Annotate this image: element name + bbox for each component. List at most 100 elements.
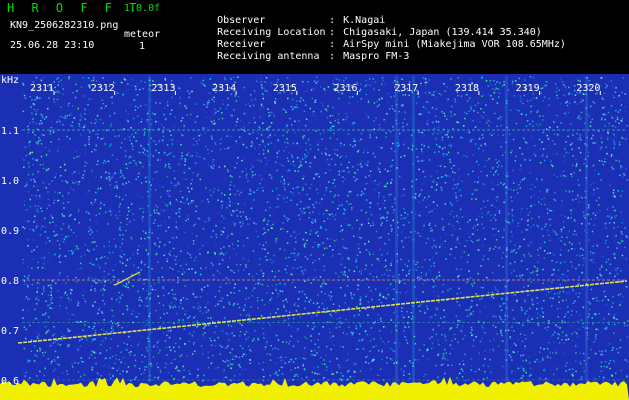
noise-dot bbox=[515, 122, 518, 125]
noise-dot bbox=[57, 84, 59, 86]
noise-dot bbox=[381, 77, 384, 79]
noise-dot bbox=[539, 148, 542, 150]
noise-dot bbox=[170, 349, 172, 351]
noise-dot bbox=[142, 288, 144, 290]
noise-dot bbox=[248, 273, 250, 275]
noise-dot bbox=[287, 97, 289, 100]
noise-dot bbox=[614, 216, 616, 219]
noise-dot bbox=[141, 147, 143, 150]
noise-dot bbox=[178, 215, 181, 218]
noise-dot bbox=[54, 360, 56, 362]
noise-dot bbox=[588, 301, 590, 303]
noise-dot bbox=[253, 191, 255, 193]
noise-dot bbox=[456, 377, 458, 379]
noise-dot bbox=[354, 179, 357, 182]
noise-dot bbox=[299, 100, 301, 102]
noise-dot bbox=[475, 335, 477, 338]
noise-dot bbox=[400, 214, 403, 216]
noise-dot bbox=[82, 95, 85, 97]
noise-dot bbox=[461, 216, 463, 218]
noise-dot bbox=[257, 132, 259, 134]
noise-dot bbox=[37, 266, 39, 269]
noise-dot bbox=[25, 209, 27, 211]
noise-dot bbox=[277, 348, 279, 351]
noise-dot bbox=[491, 167, 494, 169]
noise-dot bbox=[359, 90, 361, 92]
noise-dot bbox=[520, 354, 522, 357]
noise-dot bbox=[481, 212, 484, 215]
noise-dot bbox=[553, 254, 555, 256]
noise-dot bbox=[156, 346, 159, 348]
noise-dot bbox=[257, 235, 259, 238]
noise-dot bbox=[283, 180, 286, 182]
noise-dot bbox=[183, 172, 185, 174]
noise-dot bbox=[562, 335, 564, 338]
noise-dot bbox=[29, 198, 31, 201]
noise-dot bbox=[405, 217, 407, 219]
noise-dot bbox=[430, 175, 433, 177]
noise-dot bbox=[418, 276, 420, 278]
noise-dot bbox=[231, 270, 233, 272]
noise-dot bbox=[407, 147, 410, 149]
noise-dot bbox=[307, 325, 309, 327]
noise-dot bbox=[134, 315, 137, 318]
noise-dot bbox=[511, 208, 514, 211]
noise-dot bbox=[158, 340, 160, 342]
noise-dot bbox=[537, 261, 539, 264]
noise-dot bbox=[153, 242, 156, 245]
noise-dot bbox=[290, 235, 292, 237]
noise-dot bbox=[393, 95, 395, 97]
noise-dot bbox=[521, 231, 523, 233]
noise-dot bbox=[472, 310, 474, 313]
noise-dot bbox=[72, 231, 75, 234]
noise-dot bbox=[470, 108, 473, 110]
noise-dot bbox=[138, 151, 141, 154]
noise-dot bbox=[454, 338, 456, 340]
noise-dot bbox=[65, 282, 67, 284]
noise-dot bbox=[192, 144, 195, 146]
noise-dot bbox=[125, 182, 128, 184]
noise-dot bbox=[384, 259, 387, 262]
noise-dot bbox=[262, 153, 265, 155]
noise-dot bbox=[97, 136, 99, 139]
noise-dot bbox=[440, 237, 442, 239]
noise-dot bbox=[36, 296, 38, 298]
noise-dot bbox=[123, 253, 125, 256]
noise-dot bbox=[472, 241, 474, 243]
noise-dot bbox=[286, 301, 288, 303]
noise-dot bbox=[393, 288, 395, 291]
noise-dot bbox=[56, 78, 58, 80]
noise-dot bbox=[568, 92, 571, 94]
noise-dot bbox=[241, 368, 244, 371]
noise-dot bbox=[134, 359, 137, 361]
noise-dot bbox=[353, 235, 355, 237]
noise-dot bbox=[563, 175, 565, 177]
noise-dot bbox=[318, 258, 321, 260]
noise-dot bbox=[40, 155, 43, 158]
noise-dot bbox=[235, 124, 237, 127]
noise-dot bbox=[130, 344, 133, 347]
noise-dot bbox=[42, 352, 44, 354]
noise-dot bbox=[573, 208, 576, 210]
noise-dot bbox=[386, 252, 389, 255]
noise-dot bbox=[249, 349, 251, 351]
noise-dot bbox=[188, 190, 190, 193]
noise-dot bbox=[417, 232, 419, 234]
noise-dot bbox=[275, 161, 277, 164]
noise-dot bbox=[76, 90, 78, 92]
noise-dot bbox=[140, 299, 142, 301]
noise-dot bbox=[508, 354, 511, 356]
noise-dot bbox=[553, 133, 556, 135]
noise-dot bbox=[456, 220, 459, 223]
noise-dot bbox=[371, 298, 373, 301]
noise-dot bbox=[204, 220, 207, 223]
noise-dot bbox=[410, 311, 413, 314]
noise-dot bbox=[527, 294, 529, 296]
noise-dot bbox=[276, 169, 278, 172]
noise-dot bbox=[164, 77, 166, 80]
noise-dot bbox=[441, 111, 443, 113]
noise-dot bbox=[374, 156, 376, 158]
noise-dot bbox=[454, 184, 456, 186]
noise-dot bbox=[360, 165, 363, 167]
noise-dot bbox=[232, 201, 234, 204]
